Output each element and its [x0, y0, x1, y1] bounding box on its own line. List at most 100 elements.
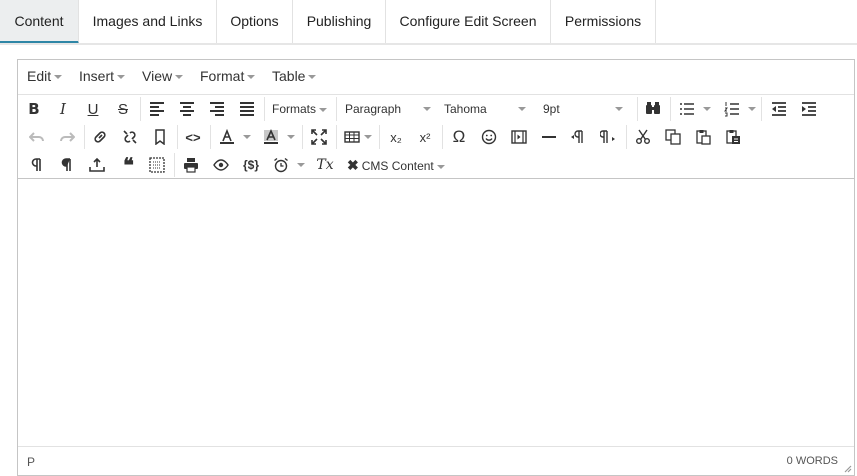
- resize-handle-icon[interactable]: [842, 463, 852, 473]
- cms-content-dropdown[interactable]: ✖ CMS Content: [347, 153, 453, 177]
- template-button[interactable]: {$}: [238, 153, 264, 177]
- formats-dropdown[interactable]: Formats: [272, 97, 334, 121]
- tab-configure-edit-screen[interactable]: Configure Edit Screen: [386, 0, 551, 43]
- smiley-icon: [481, 129, 497, 145]
- quote-icon: ❝: [123, 153, 134, 177]
- unlink-icon: [123, 130, 137, 144]
- paste-text-icon: [726, 130, 740, 144]
- superscript-button[interactable]: x²: [412, 125, 438, 149]
- bullet-list-button[interactable]: [674, 97, 700, 121]
- undo-icon: [29, 132, 44, 142]
- text-color-icon: [220, 129, 234, 144]
- print-button[interactable]: [178, 153, 204, 177]
- font-family-label: Tahoma: [444, 102, 487, 116]
- editor-content-area[interactable]: [18, 180, 854, 446]
- emoticons-button[interactable]: [476, 125, 502, 149]
- menu-table-label: Table: [272, 68, 306, 84]
- datetime-options[interactable]: [296, 153, 306, 177]
- menu-view[interactable]: View: [142, 68, 184, 88]
- insert-link-button[interactable]: [87, 125, 113, 149]
- indent-button[interactable]: [796, 97, 822, 121]
- menu-edit-label: Edit: [27, 68, 52, 84]
- paste-button[interactable]: [690, 125, 716, 149]
- blockquote-button[interactable]: ❝: [114, 153, 140, 177]
- clear-formatting-button[interactable]: Tx: [312, 153, 338, 177]
- ltr-button[interactable]: [565, 125, 591, 149]
- alarm-clock-icon: [274, 157, 288, 173]
- source-code-button[interactable]: <>: [180, 125, 206, 149]
- rich-text-editor: Edit Insert View Format Table B I U S Fo…: [17, 59, 855, 476]
- align-center-button[interactable]: [174, 97, 200, 121]
- chevron-down-icon: [364, 135, 372, 139]
- menu-edit[interactable]: Edit: [27, 68, 63, 88]
- strikethrough-button[interactable]: S: [110, 97, 136, 121]
- numbered-list-options[interactable]: [747, 97, 757, 121]
- background-color-button[interactable]: [258, 125, 284, 149]
- underline-button[interactable]: U: [80, 97, 106, 121]
- numbered-list-button[interactable]: [719, 97, 745, 121]
- find-replace-button[interactable]: [640, 97, 666, 121]
- align-center-icon: [180, 102, 194, 116]
- menu-table[interactable]: Table: [272, 68, 317, 88]
- table-options[interactable]: [363, 125, 373, 149]
- table-button[interactable]: [339, 125, 365, 149]
- link-icon: [94, 131, 106, 143]
- element-path[interactable]: P: [27, 455, 35, 469]
- horizontal-rule-button[interactable]: [536, 125, 562, 149]
- printer-icon: [184, 158, 198, 173]
- paste-text-button[interactable]: [720, 125, 746, 149]
- tab-content[interactable]: Content: [0, 0, 79, 44]
- rtl-button[interactable]: [595, 125, 621, 149]
- horizontal-rule-icon: [542, 136, 556, 138]
- font-size-dropdown[interactable]: 9pt: [543, 97, 625, 121]
- redo-button[interactable]: [54, 125, 80, 149]
- paragraph-label: Paragraph: [345, 102, 402, 116]
- background-color-icon: [264, 129, 278, 144]
- anchor-button[interactable]: [147, 125, 173, 149]
- tab-options[interactable]: Options: [217, 0, 293, 43]
- paragraph-dropdown[interactable]: Paragraph: [345, 97, 433, 121]
- copy-button[interactable]: [660, 125, 686, 149]
- fullscreen-button[interactable]: [306, 125, 332, 149]
- bold-button[interactable]: B: [21, 97, 47, 121]
- word-count: 0 WORDS: [786, 455, 838, 467]
- binoculars-icon: [646, 102, 660, 114]
- insert-datetime-button[interactable]: [268, 153, 294, 177]
- bullet-list-options[interactable]: [702, 97, 712, 121]
- chevron-down-icon: [297, 163, 305, 167]
- outdent-icon: [772, 102, 786, 116]
- visual-aid-button[interactable]: [144, 153, 170, 177]
- background-color-options[interactable]: [286, 125, 296, 149]
- outdent-button[interactable]: [766, 97, 792, 121]
- insert-media-button[interactable]: [506, 125, 532, 149]
- undo-button[interactable]: [24, 125, 50, 149]
- menu-insert[interactable]: Insert: [79, 68, 126, 88]
- preview-button[interactable]: [208, 153, 234, 177]
- italic-button[interactable]: I: [50, 97, 76, 121]
- table-icon: [344, 131, 360, 143]
- chevron-down-icon: [319, 107, 328, 112]
- chevron-down-icon: [247, 75, 256, 80]
- toolbar-divider: [177, 125, 178, 149]
- text-color-options[interactable]: [242, 125, 252, 149]
- cut-button[interactable]: [630, 125, 656, 149]
- unlink-button[interactable]: [117, 125, 143, 149]
- align-right-icon: [210, 102, 224, 116]
- tab-permissions[interactable]: Permissions: [551, 0, 656, 43]
- tab-images-and-links[interactable]: Images and Links: [79, 0, 217, 43]
- page-break-button[interactable]: [84, 153, 110, 177]
- text-color-button[interactable]: [214, 125, 240, 149]
- toolbar-divider: [210, 125, 211, 149]
- tab-publishing[interactable]: Publishing: [293, 0, 386, 43]
- formats-label: Formats: [272, 102, 317, 116]
- font-family-dropdown[interactable]: Tahoma: [444, 97, 528, 121]
- show-blocks-button[interactable]: [24, 153, 50, 177]
- special-character-button[interactable]: Ω: [446, 125, 472, 149]
- toolbar-divider: [761, 97, 762, 121]
- menu-format[interactable]: Format: [200, 68, 256, 88]
- subscript-button[interactable]: x₂: [383, 125, 409, 149]
- align-right-button[interactable]: [204, 97, 230, 121]
- show-invisibles-button[interactable]: [54, 153, 80, 177]
- align-justify-button[interactable]: [234, 97, 260, 121]
- align-left-button[interactable]: [144, 97, 170, 121]
